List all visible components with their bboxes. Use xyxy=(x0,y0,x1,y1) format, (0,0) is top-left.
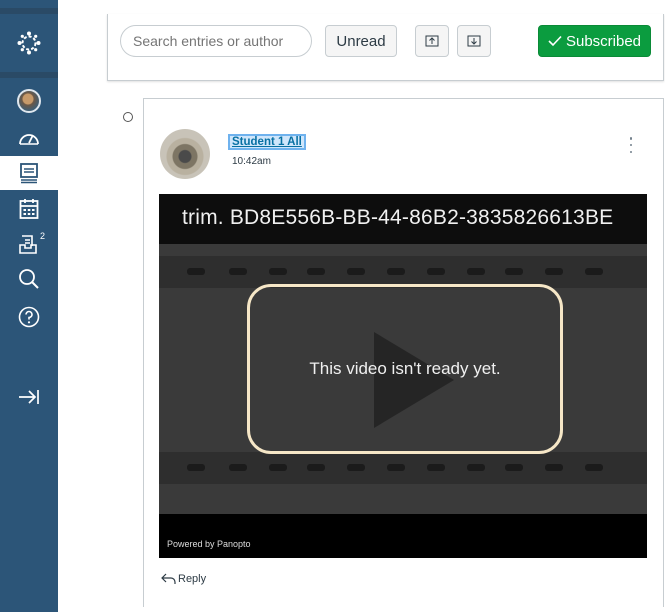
nav-divider xyxy=(0,8,58,14)
author-name-link[interactable]: Student 1 All xyxy=(228,134,306,150)
courses-icon[interactable] xyxy=(0,156,58,190)
video-status-box: This video isn't ready yet. xyxy=(247,284,563,454)
arrow-up-box-icon xyxy=(425,35,439,47)
inbox-count-badge: 2 xyxy=(40,231,46,241)
video-title: trim. BD8E556B-BB-44-86B2-3835826613BE xyxy=(182,206,614,229)
unread-indicator[interactable] xyxy=(123,112,133,122)
discussion-entry: Student 1 All 10:42am trim. BD8E556B-BB-… xyxy=(143,98,664,607)
video-player[interactable]: trim. BD8E556B-BB-44-86B2-3835826613BE T… xyxy=(159,194,647,558)
powered-by-label: Powered by Panopto xyxy=(167,539,251,549)
discussion-toolbar: Unread Subscribed xyxy=(107,14,664,81)
video-footer: Powered by Panopto xyxy=(159,514,647,558)
more-options-icon[interactable] xyxy=(628,137,634,153)
reply-arrow-icon xyxy=(161,573,176,584)
avatar xyxy=(17,89,41,113)
collapse-all-button[interactable] xyxy=(415,25,449,57)
video-status-message: This video isn't ready yet. xyxy=(309,359,501,378)
global-navigation: 2 xyxy=(0,0,58,612)
search-input[interactable] xyxy=(120,25,312,57)
reply-button[interactable]: Reply xyxy=(160,573,206,585)
expand-all-button[interactable] xyxy=(457,25,491,57)
subscribed-button[interactable]: Subscribed xyxy=(538,25,651,57)
author-avatar[interactable] xyxy=(160,129,210,179)
search-icon[interactable] xyxy=(0,264,58,294)
account-avatar-icon[interactable] xyxy=(0,86,58,116)
help-icon[interactable] xyxy=(0,302,58,332)
collapse-nav-icon[interactable] xyxy=(0,382,58,412)
entry-timestamp: 10:42am xyxy=(232,156,271,167)
reply-label: Reply xyxy=(178,573,207,585)
unread-filter-button[interactable]: Unread xyxy=(325,25,397,57)
nav-divider xyxy=(0,72,58,78)
calendar-icon[interactable] xyxy=(0,194,58,224)
play-icon xyxy=(374,332,454,428)
canvas-logo-icon[interactable] xyxy=(0,26,58,60)
subscribed-label: Subscribed xyxy=(565,32,642,50)
dashboard-icon[interactable] xyxy=(0,122,58,154)
inbox-icon[interactable]: 2 xyxy=(0,228,58,260)
checkmark-icon xyxy=(548,35,562,47)
arrow-down-box-icon xyxy=(467,35,481,47)
film-strip-bottom xyxy=(159,452,647,484)
